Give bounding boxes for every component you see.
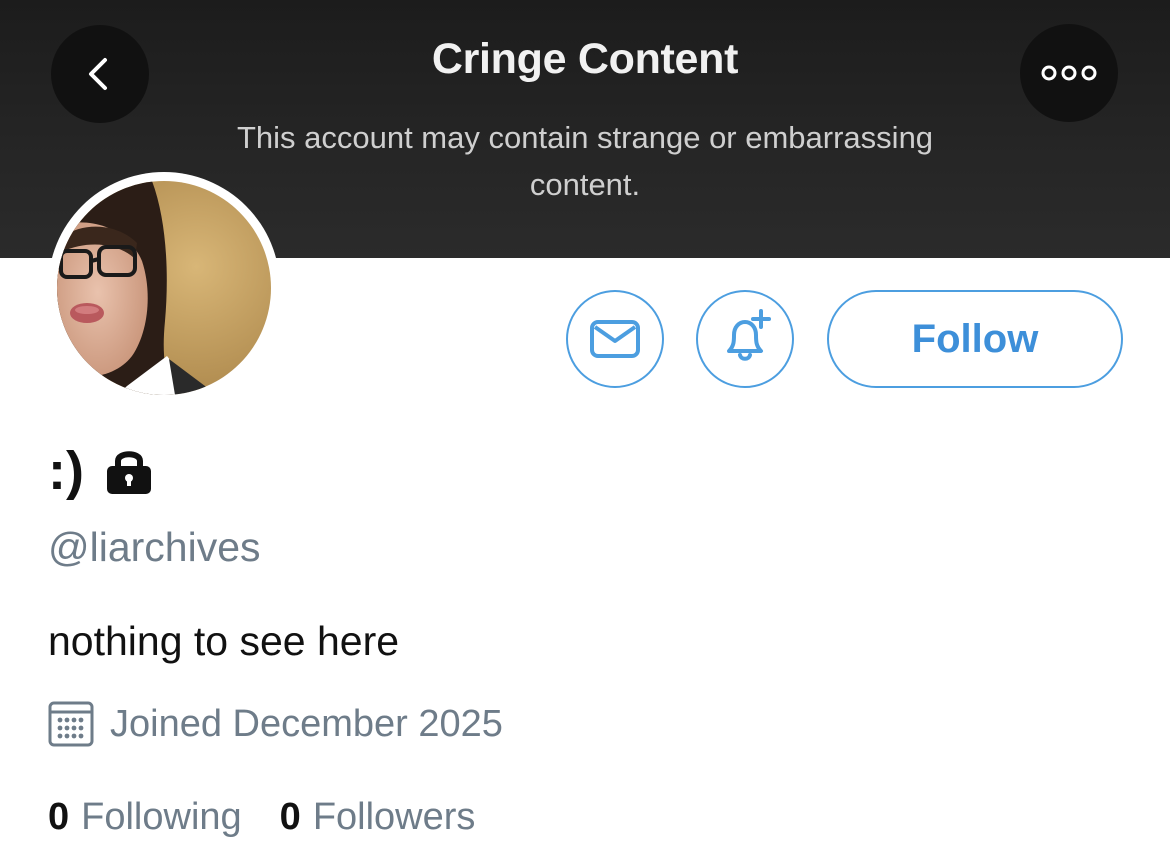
joined-date: Joined December 2025 [110, 702, 503, 745]
display-name: :) [48, 441, 84, 501]
bell-plus-icon [727, 309, 771, 361]
following-label: Following [81, 796, 242, 838]
following-link[interactable]: 0 Following [48, 796, 242, 839]
display-name-row: :) [48, 440, 154, 502]
avatar[interactable] [48, 172, 280, 404]
calendar-icon [48, 701, 94, 747]
followers-count: 0 [279, 796, 301, 838]
profile-photo [57, 181, 271, 395]
lock-icon [106, 451, 151, 494]
username-handle: @liarchives [48, 524, 261, 570]
more-horizontal-icon [1041, 65, 1097, 81]
sensitive-warning-subtitle: This account may contain strange or emba… [236, 120, 934, 202]
message-button[interactable] [566, 290, 664, 388]
follow-counts: 0 Following 0 Followers [48, 796, 475, 839]
followers-link[interactable]: 0 Followers [280, 796, 476, 839]
follow-button[interactable]: Follow [827, 290, 1123, 388]
sensitive-warning-title: Cringe Content [431, 35, 739, 83]
joined-date-row: Joined December 2025 [48, 701, 503, 747]
more-options-button[interactable] [1020, 24, 1118, 122]
envelope-icon [590, 320, 640, 358]
notifications-button[interactable] [696, 290, 794, 388]
following-count: 0 [48, 796, 70, 838]
profile-bio: nothing to see here [48, 618, 400, 664]
followers-label: Followers [312, 796, 476, 838]
